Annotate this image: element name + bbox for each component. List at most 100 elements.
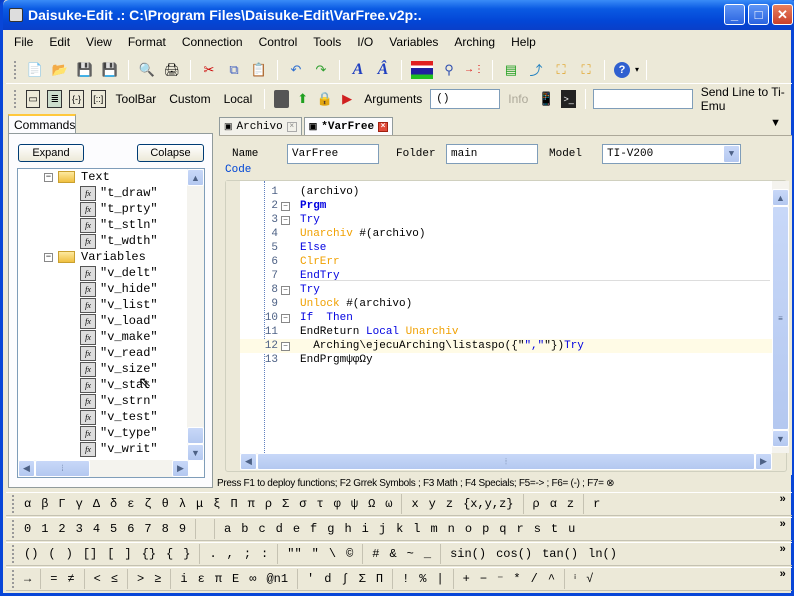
copy-icon[interactable]: ⧉ — [225, 61, 243, 79]
tree-folder[interactable]: − Variables — [44, 249, 146, 265]
tree-item[interactable]: fx "v_load" — [80, 313, 158, 329]
save-icon[interactable]: 💾 — [76, 61, 94, 79]
deploy-icon[interactable]: ▤ — [502, 61, 520, 79]
symbol-button[interactable]: g — [322, 522, 339, 536]
symbol-button[interactable]: ^ — [543, 572, 560, 586]
expand-button[interactable]: Expand — [18, 144, 84, 162]
symbol-button[interactable]: ≠ — [62, 572, 79, 586]
symbol-button[interactable]: ρ — [528, 497, 545, 511]
close-button[interactable]: ✕ — [772, 4, 793, 25]
symbol-button[interactable]: Ω — [363, 497, 380, 511]
help-dropdown-icon[interactable]: ▾ — [635, 65, 639, 74]
tree-item[interactable]: fx "v_writ" — [80, 441, 158, 457]
symbol-button[interactable]: © — [341, 547, 358, 561]
open-folder-icon[interactable]: 📂 — [51, 61, 69, 79]
collapse-toggle-icon[interactable]: − — [44, 252, 53, 262]
code-editor[interactable]: 1 (archivo) 2− Prgm 3− Try 4 Unarchiv #(archivo… — [240, 181, 772, 453]
symbol-button[interactable]: Π — [225, 497, 242, 511]
symbol-button[interactable]: Π — [371, 572, 388, 586]
symbol-button[interactable]: ) — [61, 547, 78, 561]
symbol-button[interactable]: {x,y,z} — [458, 497, 518, 511]
symbol-button[interactable]: # — [367, 547, 384, 561]
symbol-button[interactable]: l — [408, 522, 425, 536]
scroll-thumb[interactable] — [187, 427, 204, 444]
tree-item[interactable]: fx "t_stln" — [80, 217, 158, 233]
symbol-button[interactable]: m — [425, 522, 442, 536]
close-tab-icon[interactable]: × — [286, 121, 297, 132]
toolbar-grip[interactable] — [14, 60, 17, 79]
menu-control[interactable]: Control — [251, 35, 306, 49]
new-file-icon[interactable]: 📄 — [26, 61, 44, 79]
symbol-button[interactable]: . — [204, 547, 221, 561]
toolbar-grip[interactable] — [14, 90, 17, 108]
tree-item[interactable]: fx "t_prty" — [80, 201, 158, 217]
symbol-button[interactable]: δ — [105, 497, 122, 511]
symbol-button[interactable]: 1 — [36, 522, 53, 536]
symbol-button[interactable]: e — [288, 522, 305, 536]
symbol-button[interactable]: ] — [119, 547, 136, 561]
symbol-button[interactable]: \ — [324, 547, 341, 561]
convert-icon[interactable] — [411, 60, 433, 79]
symbol-button[interactable]: r — [511, 522, 528, 536]
symbol-button[interactable]: ∫ — [336, 572, 353, 586]
symbol-button[interactable]: > — [132, 572, 149, 586]
symbol-button[interactable]: i — [175, 572, 192, 586]
symbol-button[interactable]: φ — [329, 497, 346, 511]
scroll-down-button[interactable]: ▼ — [187, 444, 204, 461]
symbol-button[interactable]: {} — [137, 547, 161, 561]
symbol-button[interactable]: k — [391, 522, 408, 536]
scroll-thumb[interactable]: ⦙ — [257, 453, 755, 470]
symbol-button[interactable]: ε — [122, 497, 139, 511]
tree-item[interactable]: fx "t_draw" — [80, 185, 158, 201]
symbol-button[interactable]: _ — [419, 547, 436, 561]
scroll-left-button[interactable]: ◀ — [18, 460, 35, 477]
symbol-button[interactable]: π — [243, 497, 260, 511]
tree-item[interactable]: fx "v_type" — [80, 425, 158, 441]
matrix-icon[interactable]: [::] — [90, 90, 106, 108]
local-button[interactable]: Local — [219, 92, 258, 106]
symbol-button[interactable]: j — [374, 522, 391, 536]
symbol-button[interactable]: cos() — [491, 547, 537, 561]
symbol-button[interactable]: p — [477, 522, 494, 536]
receive-from-calc-icon[interactable]: ▶ — [340, 90, 354, 108]
symbol-button[interactable]: λ — [174, 497, 191, 511]
symbol-button[interactable]: a — [219, 522, 236, 536]
symbol-button[interactable]: σ — [294, 497, 311, 511]
symbol-button[interactable]: | — [431, 572, 448, 586]
toolbar-overflow-button[interactable]: » — [779, 569, 786, 581]
symbol-button[interactable]: → — [19, 572, 36, 586]
symbol-button[interactable]: ξ — [208, 497, 225, 511]
scroll-left-button[interactable]: ◀ — [240, 453, 257, 470]
symbol-button[interactable]: b — [236, 522, 253, 536]
symbol-button[interactable]: 2 — [53, 522, 70, 536]
emulator-icon[interactable]: 📱 — [538, 90, 554, 108]
symbol-button[interactable]: i — [357, 522, 374, 536]
model-select[interactable]: TI-V200 ▼ — [602, 144, 741, 164]
symbol-button[interactable]: & — [384, 547, 401, 561]
symbol-button[interactable]: ε — [193, 572, 210, 586]
symbol-button[interactable]: − — [475, 572, 492, 586]
symbol-button[interactable]: % — [414, 572, 431, 586]
toolbar-grip[interactable] — [12, 545, 15, 563]
menu-format[interactable]: Format — [120, 35, 174, 49]
symbol-button[interactable]: y — [424, 497, 441, 511]
tree-item[interactable]: fx "v_strn" — [80, 393, 158, 409]
tab-archivo[interactable]: ▣ Archivo × — [219, 117, 302, 135]
symbol-button[interactable]: r — [588, 497, 605, 511]
print-preview-icon[interactable]: 🔍 — [138, 61, 156, 79]
code-line[interactable]: 2− Prgm — [240, 199, 772, 213]
symbol-button[interactable]: 6 — [122, 522, 139, 536]
fold-toggle-icon[interactable]: − — [281, 342, 290, 351]
tree-item[interactable]: fx "v_make" — [80, 329, 158, 345]
arguments-input[interactable] — [430, 89, 501, 109]
tab-list-dropdown-icon[interactable]: ▼ — [770, 117, 781, 129]
tab-commands[interactable]: Commands — [8, 114, 76, 134]
symbol-button[interactable]: tan() — [537, 547, 583, 561]
symbol-button[interactable]: "" — [282, 547, 306, 561]
menu-tools[interactable]: Tools — [305, 35, 349, 49]
symbol-button[interactable]: ( — [43, 547, 60, 561]
scroll-up-button[interactable]: ▲ — [187, 169, 204, 186]
code-line[interactable]: 8− Try — [240, 283, 772, 297]
find-replace-icon[interactable]: ⚲ — [440, 61, 458, 79]
fold-toggle-icon[interactable]: − — [281, 202, 290, 211]
